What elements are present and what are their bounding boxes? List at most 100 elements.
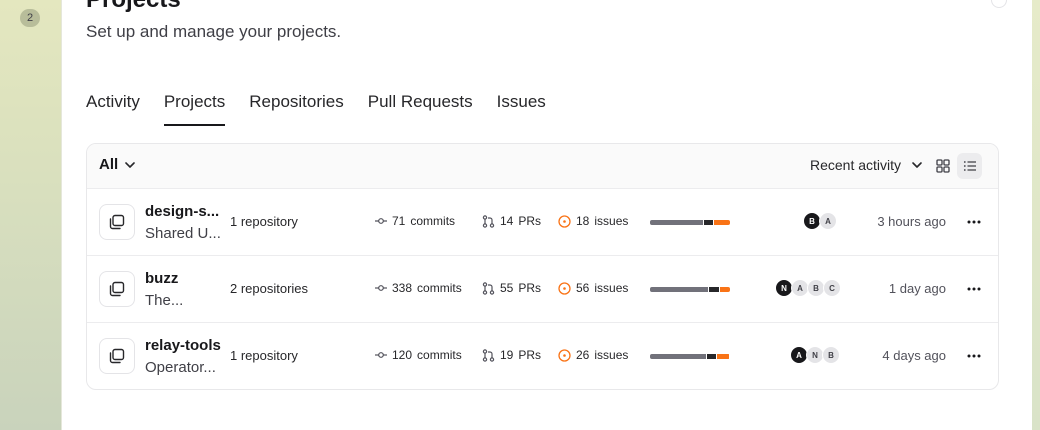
tab-projects[interactable]: Projects xyxy=(163,88,226,126)
project-folder-icon xyxy=(99,338,135,374)
corner-button[interactable] xyxy=(991,0,1007,8)
prs-stat: 14 PRs xyxy=(482,214,541,228)
more-options-button[interactable] xyxy=(963,211,985,233)
activity-bar xyxy=(650,287,730,292)
tab-issues[interactable]: Issues xyxy=(497,88,546,126)
prs-count: 14 xyxy=(500,214,514,228)
project-row[interactable]: relay-tools Operator... 1 repository 120… xyxy=(87,323,998,389)
issue-icon xyxy=(558,281,571,295)
commits-label: commits xyxy=(417,281,462,295)
activity-bar-segment-gray xyxy=(650,354,706,359)
card-header: All Recent activity xyxy=(87,144,998,189)
more-options-button[interactable] xyxy=(963,345,985,367)
project-description: The... xyxy=(145,292,184,309)
avatar[interactable]: C xyxy=(823,279,841,297)
activity-bar-segment-orange xyxy=(714,220,730,225)
tab-repositories[interactable]: Repositories xyxy=(249,88,344,126)
list-view-button[interactable] xyxy=(957,153,982,179)
contributor-avatars: A N B xyxy=(790,346,840,364)
prs-count: 55 xyxy=(500,281,514,295)
issues-count: 18 xyxy=(576,214,590,228)
sort-label: Recent activity xyxy=(810,157,902,173)
issues-stat: 56 issues xyxy=(558,281,628,295)
more-horizontal-icon xyxy=(967,287,981,291)
pull-request-icon xyxy=(482,214,495,228)
prs-count: 19 xyxy=(500,348,514,362)
repository-count: 2 repositories xyxy=(230,281,309,296)
activity-bar-segment-dark xyxy=(707,354,716,359)
page-title: Projects xyxy=(86,0,181,12)
project-name[interactable]: design-s... xyxy=(145,203,221,220)
prs-label: PRs xyxy=(518,281,542,295)
last-activity-time: 3 hours ago xyxy=(877,214,946,229)
project-folder-icon xyxy=(99,204,135,240)
grid-view-button[interactable] xyxy=(930,153,955,179)
left-strip: 2 xyxy=(0,0,61,430)
issues-stat: 18 issues xyxy=(558,214,628,228)
activity-bar xyxy=(650,220,730,225)
filter-label: All xyxy=(99,156,119,173)
avatar[interactable]: B xyxy=(822,346,840,364)
list-icon xyxy=(963,161,976,171)
issues-count: 26 xyxy=(576,348,590,362)
projects-card: All Recent activity design-s... Shared U… xyxy=(86,143,999,390)
project-name[interactable]: relay-tools xyxy=(145,337,221,354)
commits-label: commits xyxy=(417,348,462,362)
activity-bar-segment-orange xyxy=(720,287,730,292)
page-subtitle: Set up and manage your projects. xyxy=(86,22,342,41)
tab-bar: Activity Projects Repositories Pull Requ… xyxy=(86,88,570,128)
last-activity-time: 1 day ago xyxy=(888,281,946,296)
project-row[interactable]: buzz The... 2 repositories 338 commits 5… xyxy=(87,256,998,323)
pull-request-icon xyxy=(482,281,495,295)
commits-label: commits xyxy=(410,214,456,228)
commit-icon xyxy=(375,352,387,358)
activity-bar-segment-gray xyxy=(650,220,703,225)
project-name[interactable]: buzz xyxy=(145,270,221,287)
step-badge: 2 xyxy=(20,9,40,27)
filter-dropdown[interactable]: All xyxy=(99,156,136,173)
commits-count: 338 xyxy=(392,281,413,295)
main-panel: Projects Set up and manage your projects… xyxy=(61,0,1032,430)
last-activity-time: 4 days ago xyxy=(882,348,946,363)
issue-icon xyxy=(558,214,571,228)
issues-stat: 26 issues xyxy=(558,348,628,362)
grid-icon xyxy=(935,159,950,173)
prs-label: PRs xyxy=(518,348,542,362)
contributor-avatars: N A B C xyxy=(775,279,841,297)
tab-activity[interactable]: Activity xyxy=(86,88,140,126)
project-folder-icon xyxy=(99,271,135,307)
issues-label: issues xyxy=(594,281,629,295)
issues-count: 56 xyxy=(576,281,590,295)
activity-bar-segment-orange xyxy=(717,354,729,359)
activity-bar-segment-gray xyxy=(650,287,708,292)
commits-count: 120 xyxy=(392,348,413,362)
chevron-down-icon xyxy=(912,162,922,168)
tab-pull-requests[interactable]: Pull Requests xyxy=(368,88,473,126)
commits-stat: 71 commits xyxy=(375,214,455,228)
commits-stat: 120 commits xyxy=(375,348,462,362)
sort-dropdown[interactable]: Recent activity xyxy=(810,157,923,173)
avatar[interactable]: A xyxy=(819,212,837,230)
contributor-avatars: B A xyxy=(803,212,837,230)
project-description: Shared U... xyxy=(145,225,221,242)
project-row[interactable]: design-s... Shared U... 1 repository 71 … xyxy=(87,189,998,256)
commit-icon xyxy=(375,218,387,224)
pull-request-icon xyxy=(482,348,495,362)
activity-bar xyxy=(650,354,730,359)
chevron-down-icon xyxy=(125,161,135,168)
commits-stat: 338 commits xyxy=(375,281,462,295)
activity-bar-segment-dark xyxy=(704,220,713,225)
project-description: Operator... xyxy=(145,359,216,376)
more-horizontal-icon xyxy=(967,220,981,224)
issues-label: issues xyxy=(594,348,629,362)
issue-icon xyxy=(558,348,571,362)
commits-count: 71 xyxy=(392,214,406,228)
right-strip xyxy=(1032,0,1040,430)
prs-label: PRs xyxy=(518,214,542,228)
issues-label: issues xyxy=(594,214,629,228)
more-options-button[interactable] xyxy=(963,278,985,300)
commit-icon xyxy=(375,285,387,291)
view-toggle xyxy=(928,151,984,181)
prs-stat: 19 PRs xyxy=(482,348,541,362)
more-horizontal-icon xyxy=(967,354,981,358)
